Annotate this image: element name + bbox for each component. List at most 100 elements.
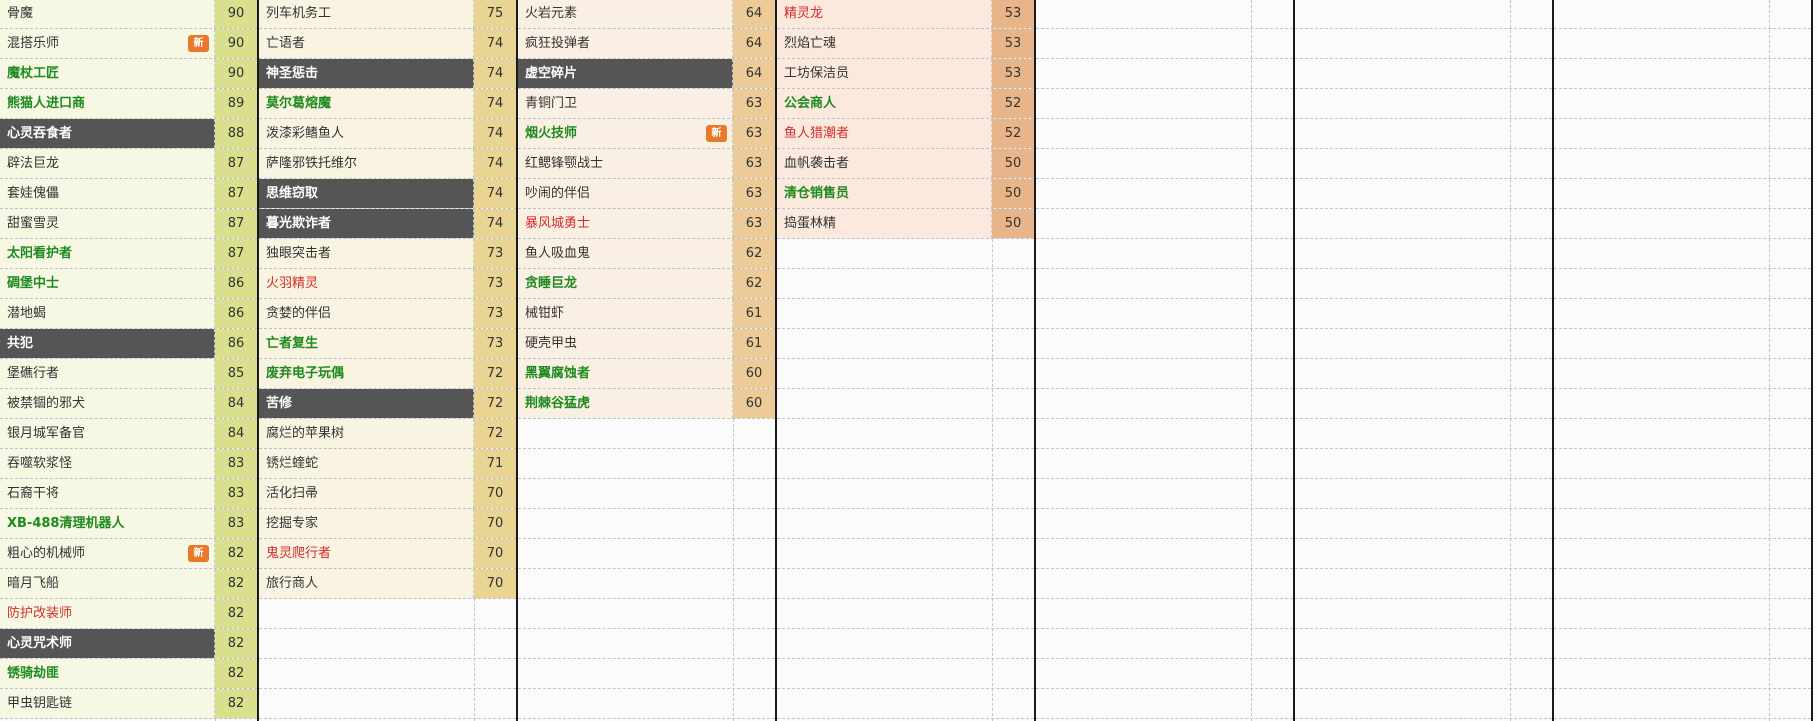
card-score: 74	[474, 149, 516, 178]
empty-row	[1554, 239, 1811, 269]
card-score: 53	[992, 0, 1034, 28]
empty-row	[1295, 509, 1552, 539]
new-badge: 新	[706, 125, 727, 142]
card-row: 械钳虾 61	[518, 299, 775, 329]
card-score: 72	[474, 359, 516, 388]
empty-row	[1295, 449, 1552, 479]
card-name: 银月城军备官	[0, 419, 215, 448]
card-row: 火羽精灵 73	[259, 269, 516, 299]
card-column-group-4: 精灵龙 53 烈焰亡魂 53 工坊保洁员 53 公会商人 52 鱼人猎潮者 52 血帆袭击者 50 清仓…	[777, 0, 1036, 721]
card-name: 潜地蝎	[0, 299, 215, 328]
empty-row	[1295, 329, 1552, 359]
empty-row	[518, 599, 775, 629]
card-name: 械钳虾	[518, 299, 733, 328]
empty-row	[1295, 599, 1552, 629]
card-row: 公会商人 52	[777, 89, 1034, 119]
card-score: 72	[474, 389, 516, 418]
card-row: 旅行商人 70	[259, 569, 516, 599]
card-name: 腐烂的苹果树	[259, 419, 474, 448]
card-name: 鱼人吸血鬼	[518, 239, 733, 268]
card-row: 疯狂投弹者 64	[518, 29, 775, 59]
card-row: 心灵咒术师 82	[0, 629, 257, 659]
empty-row	[1295, 0, 1552, 29]
empty-row	[1295, 629, 1552, 659]
card-name: 太阳看护者	[0, 239, 215, 268]
card-name: 萨隆邪铁托维尔	[259, 149, 474, 178]
card-name: 甲虫钥匙链	[0, 689, 215, 718]
empty-row	[1036, 359, 1293, 389]
card-score: 71	[474, 449, 516, 478]
card-score: 82	[215, 569, 257, 598]
card-name: 魔杖工匠	[0, 59, 215, 88]
card-row: 被禁锢的邪犬 84	[0, 389, 257, 419]
card-row: 列车机务工 75	[259, 0, 516, 29]
card-name: 暮光欺诈者	[259, 209, 474, 238]
card-score: 82	[215, 599, 257, 628]
new-badge: 新	[188, 545, 209, 562]
card-score: 84	[215, 389, 257, 418]
empty-row	[1036, 299, 1293, 329]
card-name: 废弃电子玩偶	[259, 359, 474, 388]
card-name: 共犯	[0, 329, 215, 358]
card-name: 清仓销售员	[777, 179, 992, 208]
card-name: 公会商人	[777, 89, 992, 118]
empty-row	[1036, 569, 1293, 599]
card-score: 83	[215, 479, 257, 508]
card-name: 亡者复生	[259, 329, 474, 358]
empty-row	[777, 509, 1034, 539]
empty-row	[1554, 539, 1811, 569]
card-name: 吵闹的伴侣	[518, 179, 733, 208]
card-row: 硬壳甲虫 61	[518, 329, 775, 359]
card-row: 精灵龙 53	[777, 0, 1034, 29]
empty-row	[1554, 299, 1811, 329]
card-name: 旅行商人	[259, 569, 474, 598]
empty-row	[518, 659, 775, 689]
card-name: 辟法巨龙	[0, 149, 215, 178]
card-score: 52	[992, 89, 1034, 118]
empty-row	[1036, 539, 1293, 569]
empty-row	[777, 689, 1034, 719]
card-score-grid: 骨魔 90 混搭乐师新 90 魔杖工匠 90 熊猫人进口商 89 心灵吞食者 88 辟法巨龙 87 套娃…	[0, 0, 1817, 721]
empty-row	[1295, 89, 1552, 119]
card-score: 87	[215, 149, 257, 178]
empty-row	[777, 239, 1034, 269]
card-name: 红鳃锋颚战士	[518, 149, 733, 178]
card-score: 82	[215, 539, 257, 568]
card-score: 82	[215, 689, 257, 718]
card-score: 82	[215, 659, 257, 688]
card-row: 鬼灵爬行者 70	[259, 539, 516, 569]
card-name: 荆棘谷猛虎	[518, 389, 733, 418]
card-row: 神圣惩击 74	[259, 59, 516, 89]
empty-row	[777, 389, 1034, 419]
card-row: 红鳃锋颚战士 63	[518, 149, 775, 179]
card-row: 捣蛋林精 50	[777, 209, 1034, 239]
empty-row	[1295, 689, 1552, 719]
card-name: 防护改装师	[0, 599, 215, 628]
card-name: 列车机务工	[259, 0, 474, 28]
empty-row	[1036, 179, 1293, 209]
card-score: 64	[733, 0, 775, 28]
card-score: 73	[474, 269, 516, 298]
card-name: 青铜门卫	[518, 89, 733, 118]
card-score: 50	[992, 209, 1034, 238]
card-row: 贪睡巨龙 62	[518, 269, 775, 299]
card-score: 61	[733, 299, 775, 328]
card-name: 虚空碎片	[518, 59, 733, 88]
card-name: 混搭乐师新	[0, 29, 215, 58]
empty-row	[777, 569, 1034, 599]
card-row: 锈烂蝰蛇 71	[259, 449, 516, 479]
empty-row	[777, 359, 1034, 389]
card-row: 莫尔葛熔魔 74	[259, 89, 516, 119]
empty-row	[1036, 149, 1293, 179]
card-score: 86	[215, 299, 257, 328]
empty-row	[777, 629, 1034, 659]
card-column-group-3: 火岩元素 64 疯狂投弹者 64 虚空碎片 64 青铜门卫 63 烟火技师新 63 红鳃锋颚战士 63…	[518, 0, 777, 721]
card-row: 活化扫帚 70	[259, 479, 516, 509]
card-score: 52	[992, 119, 1034, 148]
card-row: 共犯 86	[0, 329, 257, 359]
card-name: 泼漆彩鳍鱼人	[259, 119, 474, 148]
empty-row	[1554, 509, 1811, 539]
empty-row	[1554, 119, 1811, 149]
card-score: 50	[992, 149, 1034, 178]
empty-row	[1036, 629, 1293, 659]
